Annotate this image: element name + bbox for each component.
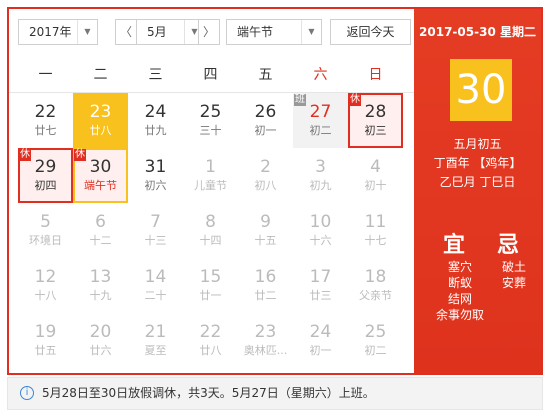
weekday-label: 二: [93, 67, 108, 83]
year-select-value: 2017年: [29, 25, 72, 39]
yi-item: 断蚁: [447, 276, 472, 290]
day-cell-next-month[interactable]: 15 廿一: [183, 258, 238, 313]
month-select[interactable]: 5月 ▼: [136, 19, 205, 45]
yi-item: 结网: [447, 292, 472, 306]
day-cell[interactable]: 31 初六: [128, 148, 183, 203]
day-cell-next-month[interactable]: 14 二十: [128, 258, 183, 313]
calendar-main: 2017年 ▼ 〈 5月 ▼ 〉 端午节 ▼ 返回今天 一 二 三 四 五 六 …: [9, 9, 414, 373]
next-month-button[interactable]: 〉: [198, 19, 220, 45]
day-cell-next-month[interactable]: 22 廿八: [183, 313, 238, 368]
weekday-header: 一 二 三 四 五 六 日: [9, 57, 414, 93]
ganzhi-year: 丁酉年 【鸡年】: [433, 156, 522, 170]
yi-item: 塞穴: [447, 260, 472, 274]
day-cell-next-month[interactable]: 18 父亲节: [348, 258, 403, 313]
day-cell-next-month[interactable]: 9 十五: [238, 203, 293, 258]
day-cell-next-month[interactable]: 5 环境日: [18, 203, 73, 258]
day-cell-next-month[interactable]: 12 十八: [18, 258, 73, 313]
day-cell-next-month[interactable]: 4 初十: [348, 148, 403, 203]
day-cell-next-month[interactable]: 23 奥林匹...: [238, 313, 293, 368]
day-cell[interactable]: 26 初一: [238, 93, 293, 148]
info-icon: i: [20, 386, 34, 400]
day-cell-today[interactable]: 23 廿八: [73, 93, 128, 148]
chevron-down-icon: ▼: [301, 20, 321, 44]
day-cell-workday[interactable]: 班 27 初二: [293, 93, 348, 148]
holiday-select-value: 端午节: [237, 25, 274, 39]
ganzhi-month-day: 乙巳月 丁巳日: [439, 175, 516, 189]
weekday-label: 四: [203, 67, 218, 83]
ji-item: 破土: [501, 260, 526, 274]
prev-month-button[interactable]: 〈: [115, 19, 137, 45]
day-cell-next-month[interactable]: 3 初九: [293, 148, 348, 203]
day-cell-next-month[interactable]: 8 十四: [183, 203, 238, 258]
day-cell[interactable]: 24 廿九: [128, 93, 183, 148]
selected-date: 2017-05-30 星期二: [419, 25, 536, 39]
day-cell-holiday[interactable]: 休 28 初三: [348, 93, 403, 148]
day-cell-next-month[interactable]: 1 儿童节: [183, 148, 238, 203]
weekday-label: 一: [38, 67, 53, 83]
holiday-badge: 休: [19, 149, 31, 161]
day-cell-selected[interactable]: 休 30 端午节: [73, 148, 128, 203]
holiday-notice-bar: i 5月28日至30日放假调休，共3天。5月27日（星期六）上班。: [7, 377, 543, 410]
day-cell-next-month[interactable]: 7 十三: [128, 203, 183, 258]
weekday-label: 日: [368, 67, 383, 83]
ji-item: 安葬: [501, 276, 526, 290]
holiday-select[interactable]: 端午节 ▼: [226, 19, 322, 45]
chevron-down-icon: ▼: [77, 20, 97, 44]
weekday-label: 三: [148, 67, 163, 83]
day-cell[interactable]: 25 三十: [183, 93, 238, 148]
day-cell[interactable]: 22 廿七: [18, 93, 73, 148]
day-detail-panel: 2017-05-30 星期二 30 五月初五 丁酉年 【鸡年】 乙巳月 丁巳日 …: [414, 9, 541, 373]
yi-title: 宜: [443, 233, 466, 258]
holiday-badge: 休: [349, 94, 361, 106]
day-cell-holiday[interactable]: 休 29 初四: [18, 148, 73, 203]
yi-list: 塞穴 断蚁 结网 余事勿取: [430, 259, 490, 323]
calendar-widget: 2017年 ▼ 〈 5月 ▼ 〉 端午节 ▼ 返回今天 一 二 三 四 五 六 …: [7, 7, 543, 375]
day-cell-next-month[interactable]: 25 初二: [348, 313, 403, 368]
back-to-today-button[interactable]: 返回今天: [330, 19, 411, 45]
day-cell-next-month[interactable]: 13 十九: [73, 258, 128, 313]
day-cell-next-month[interactable]: 2 初八: [238, 148, 293, 203]
day-cell-next-month[interactable]: 6 十二: [73, 203, 128, 258]
day-cell-next-month[interactable]: 21 夏至: [128, 313, 183, 368]
yi-item: 余事勿取: [435, 308, 484, 322]
day-cell-next-month[interactable]: 16 廿二: [238, 258, 293, 313]
calendar-toolbar: 2017年 ▼ 〈 5月 ▼ 〉 端午节 ▼ 返回今天: [18, 19, 411, 45]
ji-title: 忌: [497, 233, 520, 258]
day-cell-next-month[interactable]: 19 廿五: [18, 313, 73, 368]
workday-badge: 班: [294, 94, 306, 106]
year-select[interactable]: 2017年 ▼: [18, 19, 98, 45]
big-day-number: 30: [450, 59, 512, 121]
month-select-value: 5月: [147, 25, 167, 39]
ji-list: 破土 安葬: [494, 259, 534, 291]
lunar-date: 五月初五: [453, 137, 502, 151]
day-cell-next-month[interactable]: 10 十六: [293, 203, 348, 258]
day-cell-next-month[interactable]: 20 廿六: [73, 313, 128, 368]
day-cell-next-month[interactable]: 17 廿三: [293, 258, 348, 313]
weekday-label: 五: [258, 67, 273, 83]
holiday-notice-text: 5月28日至30日放假调休，共3天。5月27日（星期六）上班。: [42, 386, 375, 400]
day-cell-next-month[interactable]: 11 十七: [348, 203, 403, 258]
weekday-label: 六: [313, 67, 328, 83]
day-cell-next-month[interactable]: 24 初一: [293, 313, 348, 368]
holiday-badge: 休: [74, 149, 86, 161]
